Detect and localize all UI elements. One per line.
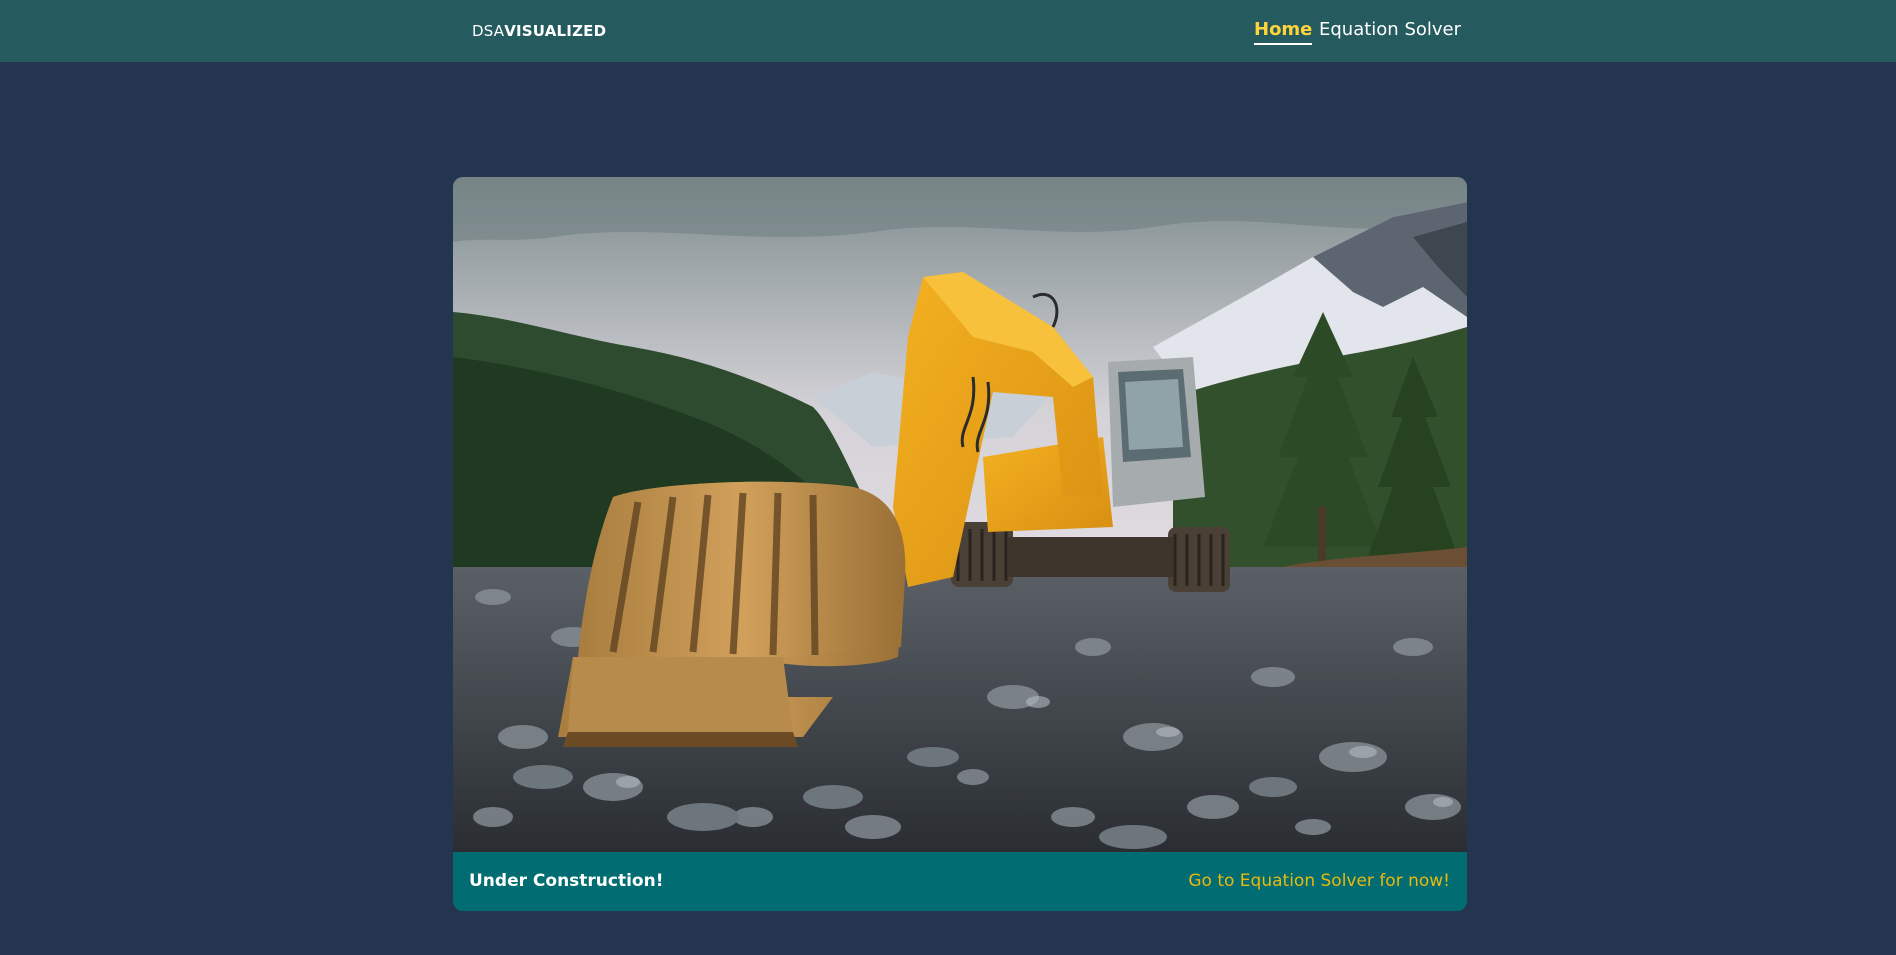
brand-bold: VISUALIZED (504, 22, 607, 40)
card-footer: Under Construction! Go to Equation Solve… (453, 852, 1467, 911)
construction-image (453, 177, 1467, 852)
card-title: Under Construction! (469, 871, 664, 891)
navbar: DSAVISUALIZED Home Equation Solver (0, 0, 1896, 62)
construction-card: Under Construction! Go to Equation Solve… (453, 177, 1467, 911)
brand-prefix: DSA (472, 22, 505, 40)
go-to-equation-solver-link[interactable]: Go to Equation Solver for now! (1188, 871, 1450, 891)
nav-link-home[interactable]: Home (1254, 19, 1313, 45)
nav-link-equation-solver[interactable]: Equation Solver (1319, 19, 1461, 43)
brand-logo[interactable]: DSAVISUALIZED (472, 22, 606, 40)
